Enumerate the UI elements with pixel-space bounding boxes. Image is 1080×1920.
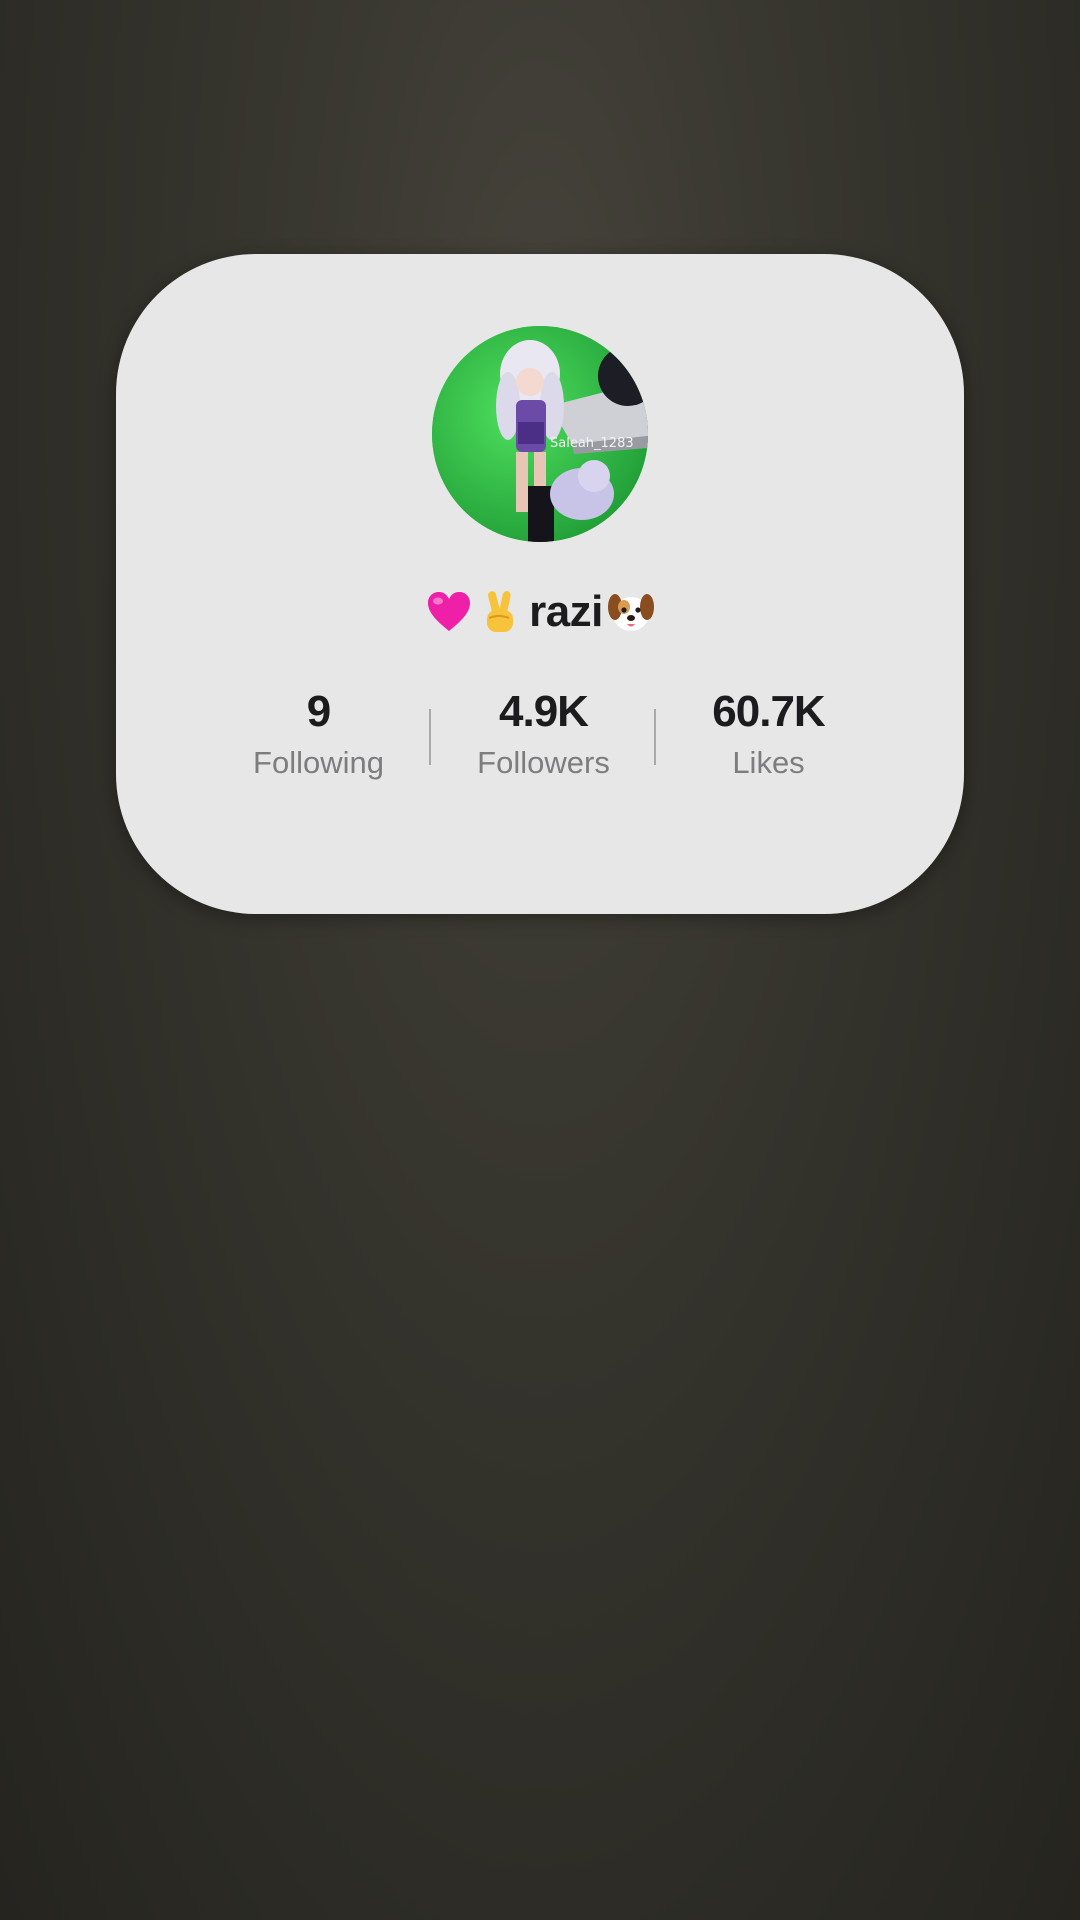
stat-followers[interactable]: 4.9K Followers — [431, 684, 656, 794]
victory-hand-icon — [477, 588, 525, 636]
stat-likes[interactable]: 60.7K Likes — [656, 684, 881, 794]
followers-label: Followers — [477, 745, 610, 780]
likes-count: 60.7K — [712, 687, 825, 736]
profile-card: Saleah_1283 razi 9 Following 4.9K Follow… — [116, 254, 964, 914]
followers-count: 4.9K — [499, 687, 589, 736]
following-count: 9 — [306, 687, 331, 736]
likes-label: Likes — [732, 745, 805, 780]
profile-stats: 9 Following 4.9K Followers 60.7K Likes — [206, 684, 881, 794]
profile-avatar[interactable]: Saleah_1283 — [432, 326, 648, 542]
following-label: Following — [253, 745, 384, 780]
stat-following[interactable]: 9 Following — [206, 684, 431, 794]
display-name: razi — [529, 587, 603, 636]
avatar-image: Saleah_1283 — [432, 326, 648, 542]
display-name-row: razi — [116, 584, 964, 640]
avatar-caption: Saleah_1283 — [550, 436, 634, 451]
pink-heart-icon — [425, 588, 473, 636]
dog-face-icon — [607, 588, 655, 636]
